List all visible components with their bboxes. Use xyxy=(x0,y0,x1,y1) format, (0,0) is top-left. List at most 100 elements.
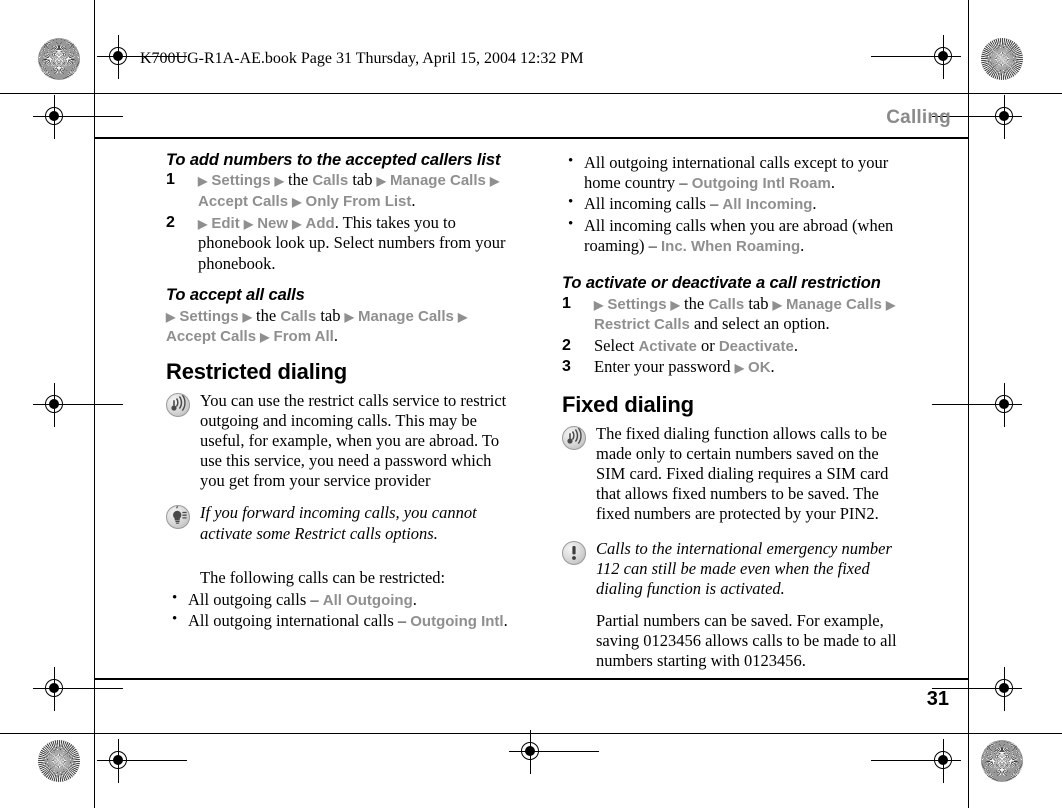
note-fixed-dialing-function: The fixed dialing function allows calls … xyxy=(562,424,912,525)
ui-term: New xyxy=(257,214,289,232)
bullet-item: • All outgoing international calls – Outg… xyxy=(166,611,516,631)
ui-term: Calls xyxy=(708,295,745,313)
step-arrow-icon: ▶ xyxy=(198,174,208,189)
registration-starburst-top-right xyxy=(981,38,1023,80)
exclamation-warning-icon xyxy=(562,540,586,565)
ui-term: Inc. When Roaming xyxy=(660,237,801,255)
step-number: 2 xyxy=(166,213,175,231)
step-text: . xyxy=(333,326,338,346)
procedure-heading-add-accepted-callers: To add numbers to the accepted callers l… xyxy=(166,151,501,169)
bullet-tail: . xyxy=(812,194,817,214)
bullet-marker: • xyxy=(568,194,574,211)
header-rule xyxy=(94,137,969,139)
section-heading-restricted-dialing: Restricted dialing xyxy=(166,358,347,384)
step-number: 1 xyxy=(166,171,175,189)
step-arrow-icon: ▶ xyxy=(670,297,680,312)
registration-starburst-top-left xyxy=(38,38,80,80)
ui-term: All Incoming xyxy=(722,196,813,214)
step-number: 1 xyxy=(562,294,571,312)
procedure-heading-activate-call-restriction: To activate or deactivate a call restric… xyxy=(562,274,881,293)
page-body: Calling 31 To add numbers to the accepte… xyxy=(94,93,969,733)
registration-starburst-bottom-right xyxy=(981,740,1023,782)
note-text: If you forward incoming calls, you canno… xyxy=(200,503,477,543)
restricted-calls-intro: The following calls can be restricted: xyxy=(200,567,446,587)
step-text: the xyxy=(256,305,277,325)
ui-term: Add xyxy=(305,214,335,232)
note-forward-incoming-calls: If you forward incoming calls, you canno… xyxy=(166,503,516,543)
registration-crosshair-left-middle xyxy=(33,383,123,427)
fixed-dialing-closing-text: Partial numbers can be saved. For exampl… xyxy=(596,610,897,671)
signal-waves-icon xyxy=(562,425,586,450)
registration-crosshair-right-upper xyxy=(932,95,1022,139)
two-column-layout: To add numbers to the accepted callers l… xyxy=(94,151,969,681)
registration-crosshair-left-lower xyxy=(33,667,123,711)
registration-starburst-bottom-left xyxy=(38,740,80,782)
step-arrow-icon: ▶ xyxy=(292,216,302,231)
ui-term: Calls xyxy=(312,172,349,190)
steps-activate-call-restriction: 1 ▶ Settings ▶ the Calls tab ▶ Manage Cal… xyxy=(562,294,912,378)
bullet-tail: . xyxy=(830,173,835,193)
ui-term: Accept Calls xyxy=(198,193,289,211)
note-text: Calls to the international emergency num… xyxy=(596,538,892,598)
step-text: Enter your password xyxy=(594,357,731,377)
steps-add-accepted-callers: 1 ▶ Settings ▶ the Calls tab ▶ Manage Cal… xyxy=(166,170,516,274)
step-text: . xyxy=(793,335,798,355)
bullet-item: • All outgoing calls – All Outgoing. xyxy=(166,590,516,610)
step-arrow-icon: ▶ xyxy=(274,174,284,189)
ui-term: From All xyxy=(273,328,334,346)
signal-waves-icon xyxy=(166,392,190,417)
ui-term: Manage Calls xyxy=(785,295,882,313)
bullet-item: • All incoming calls – All Incoming. xyxy=(562,194,912,214)
step-arrow-icon: ▶ xyxy=(292,195,302,210)
note-text: The fixed dialing function allows calls … xyxy=(596,423,889,524)
bullet-marker: • xyxy=(568,215,574,232)
step-text: . xyxy=(770,357,775,377)
ui-term: Settings xyxy=(211,172,271,190)
ui-term: Calls xyxy=(280,307,317,325)
step-arrow-icon: ▶ xyxy=(260,330,270,345)
step-text: tab xyxy=(352,170,373,190)
step-arrow-icon: ▶ xyxy=(166,309,176,324)
page-number: 31 xyxy=(926,688,949,710)
step-arrow-icon: ▶ xyxy=(885,297,896,312)
note-text: You can use the restrict calls service t… xyxy=(200,390,507,491)
step-text: tab xyxy=(748,293,769,313)
bullet-item: • All incoming calls when you are abroad … xyxy=(562,216,912,256)
ui-term: Settings xyxy=(179,307,239,325)
registration-crosshair-right-lower xyxy=(932,667,1022,711)
registration-crosshair-top-left xyxy=(97,35,187,79)
ui-term: Edit xyxy=(211,214,240,232)
ui-term: All Outgoing xyxy=(322,591,413,609)
registration-crosshair-bottom-center xyxy=(509,730,599,774)
step-text: or xyxy=(700,335,715,355)
step-arrow-icon: ▶ xyxy=(457,309,468,324)
step-arrow-icon: ▶ xyxy=(489,174,500,189)
bullet-tail: . xyxy=(800,235,805,255)
bullet-text: All outgoing calls – xyxy=(188,589,323,609)
ui-term: Outgoing Intl xyxy=(410,613,504,631)
step-number: 3 xyxy=(562,358,571,376)
step-number: 2 xyxy=(562,336,571,354)
procedure-step: 3 Enter your password ▶ OK. xyxy=(562,357,912,378)
section-heading-fixed-dialing: Fixed dialing xyxy=(562,391,694,417)
bullet-marker: • xyxy=(172,611,178,628)
restricted-calls-bullets-right: • All outgoing international calls except… xyxy=(562,153,912,256)
ui-term: Restrict Calls xyxy=(594,316,690,334)
procedure-step: 2 Select Activate or Deactivate. xyxy=(562,336,912,357)
bullet-item: • All outgoing international calls except… xyxy=(562,153,912,193)
ui-term: Manage Calls xyxy=(357,307,454,325)
left-column: To add numbers to the accepted callers l… xyxy=(166,151,516,681)
step-text: . xyxy=(411,191,416,211)
note-restrict-calls-service: You can use the restrict calls service t… xyxy=(166,391,516,492)
bullet-marker: • xyxy=(568,153,574,169)
ui-term: Activate xyxy=(638,337,697,355)
step-arrow-icon: ▶ xyxy=(376,174,386,189)
bullet-text: All incoming calls – xyxy=(584,194,723,214)
procedure-heading-accept-all-calls: To accept all calls xyxy=(166,286,305,305)
registration-crosshair-bottom-left xyxy=(97,739,187,783)
ui-term: Manage Calls xyxy=(389,172,486,190)
steps-accept-all-calls: ▶ Settings ▶ the Calls tab ▶ Manage Call… xyxy=(166,306,516,347)
registration-crosshair-top-right xyxy=(871,35,961,79)
step-arrow-icon: ▶ xyxy=(344,309,354,324)
running-head: Calling xyxy=(886,107,951,128)
